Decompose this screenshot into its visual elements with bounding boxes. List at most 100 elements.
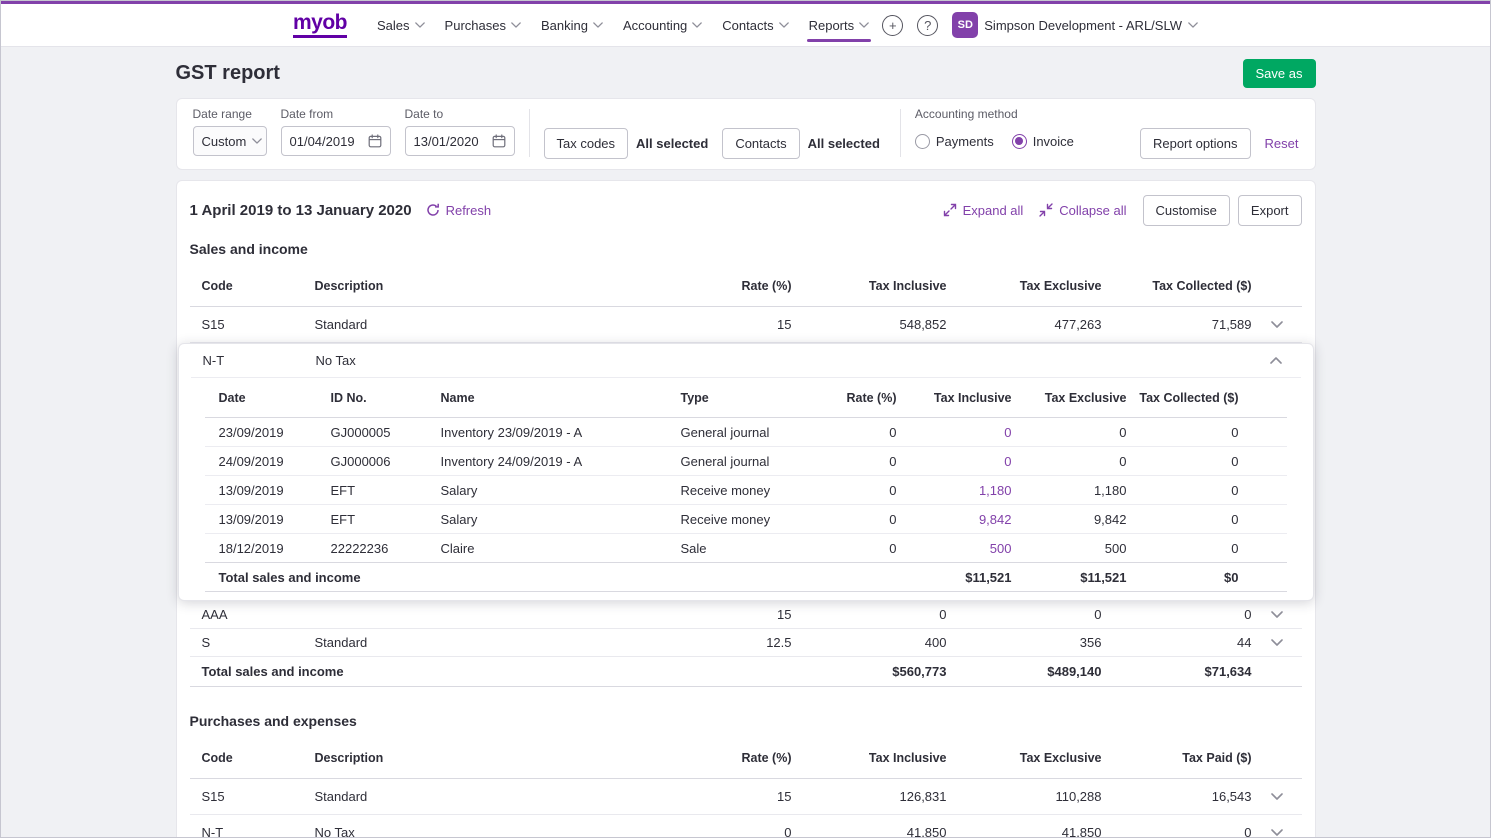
- total-label: Total sales and income: [205, 570, 441, 585]
- filter-bar: Date range Custom Date from Date to: [176, 98, 1316, 170]
- save-as-button[interactable]: Save as: [1243, 59, 1316, 88]
- nav-item-label: Sales: [377, 18, 410, 33]
- expand-row-icon[interactable]: [1252, 639, 1302, 646]
- table-row: S15 Standard 15 548,852 477,263 71,589: [190, 307, 1302, 343]
- cell-name: Salary: [441, 483, 681, 498]
- transaction-amount-link[interactable]: 1,180: [897, 483, 1012, 498]
- reset-link[interactable]: Reset: [1265, 136, 1299, 151]
- cell-id: GJ000006: [331, 454, 441, 469]
- main-nav: Sales Purchases Banking Accounting Conta…: [367, 4, 879, 46]
- cell-tax-exclusive: 0: [1012, 454, 1127, 469]
- contacts-selection-status: All selected: [808, 136, 880, 151]
- col-header-date: Date: [205, 391, 331, 405]
- nav-item-label: Contacts: [722, 18, 773, 33]
- create-new-icon[interactable]: +: [882, 15, 903, 36]
- cell-type: Sale: [681, 541, 782, 556]
- cell-tax-inclusive: 41,850: [792, 825, 947, 838]
- date-range-select[interactable]: Custom: [193, 126, 267, 156]
- cell-type: Receive money: [681, 512, 782, 527]
- table-row: AAA 15 0 0 0: [190, 601, 1302, 629]
- col-header-description: Description: [315, 279, 642, 293]
- total-tax-inclusive: $560,773: [792, 664, 947, 679]
- tax-codes-selection-status: All selected: [636, 136, 708, 151]
- cell-rate: 15: [642, 789, 792, 804]
- chevron-down-icon: [511, 22, 521, 28]
- help-icon[interactable]: ?: [917, 15, 938, 36]
- app-window: myob Sales Purchases Banking Accounting: [0, 0, 1491, 838]
- date-range-value: Custom: [202, 134, 247, 149]
- cell-id: GJ000005: [331, 425, 441, 440]
- chevron-down-icon: [859, 22, 869, 28]
- radio-label: Payments: [936, 134, 994, 149]
- cell-name: Inventory 23/09/2019 - A: [441, 425, 681, 440]
- transaction-amount-link[interactable]: 0: [897, 454, 1012, 469]
- radio-invoice[interactable]: Invoice: [1012, 134, 1074, 149]
- transaction-amount-link[interactable]: 0: [897, 425, 1012, 440]
- myob-logo[interactable]: myob: [293, 12, 347, 38]
- expand-row-icon[interactable]: [1252, 321, 1302, 328]
- collapse-row-icon[interactable]: [1251, 357, 1301, 364]
- table-row: S15 Standard 15 126,831 110,288 16,543: [190, 779, 1302, 815]
- cell-rate: 12.5: [642, 635, 792, 650]
- calendar-icon[interactable]: [492, 134, 506, 148]
- col-header-rate: Rate (%): [642, 279, 792, 293]
- cell-date: 18/12/2019: [205, 541, 331, 556]
- detail-row: 13/09/2019 EFT Salary Receive money 0 9,…: [205, 505, 1287, 534]
- export-button[interactable]: Export: [1238, 195, 1302, 226]
- cell-tax-exclusive: 1,180: [1012, 483, 1127, 498]
- col-header-tax-inclusive: Tax Inclusive: [897, 391, 1012, 405]
- cell-code: N-T: [191, 353, 316, 368]
- expand-row-icon[interactable]: [1252, 829, 1302, 836]
- nav-item-purchases[interactable]: Purchases: [435, 4, 531, 46]
- nav-item-sales[interactable]: Sales: [367, 4, 435, 46]
- cell-tax-exclusive: 0: [947, 607, 1102, 622]
- refresh-icon: [426, 203, 440, 217]
- customise-button[interactable]: Customise: [1143, 195, 1230, 226]
- nav-item-reports[interactable]: Reports: [799, 4, 880, 46]
- radio-icon: [1012, 134, 1027, 149]
- date-from-input[interactable]: [290, 134, 362, 149]
- table-row: S Standard 12.5 400 356 44: [190, 629, 1302, 657]
- col-header-tax-collected: Tax Collected ($): [1127, 391, 1287, 405]
- collapse-all-link[interactable]: Collapse all: [1039, 203, 1126, 218]
- sales-section-heading: Sales and income: [190, 241, 1302, 257]
- cell-tax-exclusive: 41,850: [947, 825, 1102, 838]
- table-row: N-T No Tax 0 41,850 41,850 0: [190, 815, 1302, 838]
- expand-all-link[interactable]: Expand all: [943, 203, 1024, 218]
- cell-rate: 15: [642, 607, 792, 622]
- cell-tax-inclusive: 0: [792, 607, 947, 622]
- expand-row-icon[interactable]: [1252, 611, 1302, 618]
- transaction-amount-link[interactable]: 9,842: [897, 512, 1012, 527]
- cell-code: S15: [190, 789, 315, 804]
- expand-row-icon[interactable]: [1252, 793, 1302, 800]
- chevron-down-icon: [692, 22, 702, 28]
- date-range-label: Date range: [193, 107, 267, 121]
- cell-description: Standard: [315, 635, 642, 650]
- nav-item-banking[interactable]: Banking: [531, 4, 613, 46]
- cell-name: Inventory 24/09/2019 - A: [441, 454, 681, 469]
- business-menu[interactable]: SD Simpson Development - ARL/SLW: [952, 12, 1198, 38]
- refresh-link[interactable]: Refresh: [426, 203, 492, 218]
- table-row-group-header[interactable]: N-T No Tax: [191, 344, 1301, 378]
- cell-code: S15: [190, 317, 315, 332]
- nav-item-label: Banking: [541, 18, 588, 33]
- tax-codes-filter-button[interactable]: Tax codes: [544, 128, 629, 159]
- detail-total-row: Total sales and income $11,521 $11,521 $…: [205, 562, 1287, 592]
- radio-payments[interactable]: Payments: [915, 134, 994, 149]
- cell-rate: 0: [782, 454, 897, 469]
- nav-item-accounting[interactable]: Accounting: [613, 4, 712, 46]
- cell-description: No Tax: [316, 353, 641, 368]
- calendar-icon[interactable]: [368, 134, 382, 148]
- date-to-input[interactable]: [414, 134, 486, 149]
- contacts-filter-button[interactable]: Contacts: [722, 128, 799, 159]
- col-header-tax-collected: Tax Collected ($): [1102, 279, 1252, 293]
- chevron-down-icon: [415, 22, 425, 28]
- report-options-button[interactable]: Report options: [1140, 128, 1251, 159]
- purchases-table: Code Description Rate (%) Tax Inclusive …: [190, 737, 1302, 838]
- nav-item-contacts[interactable]: Contacts: [712, 4, 798, 46]
- date-from-label: Date from: [281, 107, 391, 121]
- transaction-amount-link[interactable]: 500: [897, 541, 1012, 556]
- cell-description: No Tax: [315, 825, 642, 838]
- col-header-name: Name: [441, 391, 681, 405]
- cell-tax-collected: 0: [1127, 512, 1287, 527]
